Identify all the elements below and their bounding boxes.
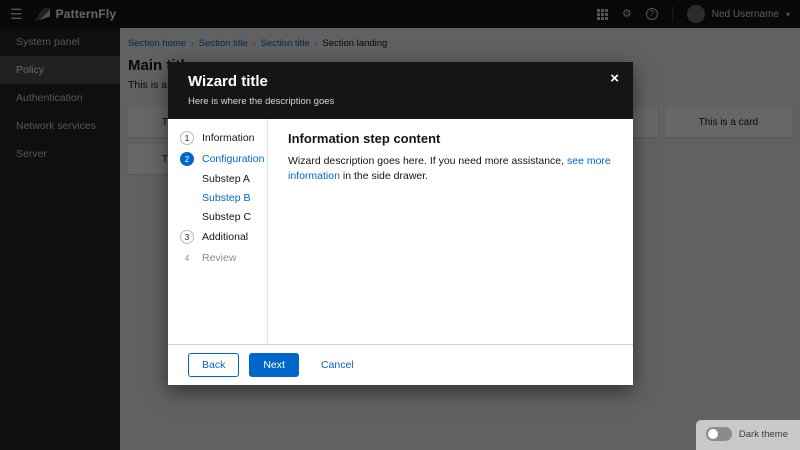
step-label: Additional [202,231,249,243]
dark-theme-toggle[interactable] [705,427,732,441]
wizard-step-configuration[interactable]: 2 Configuration [180,152,267,166]
wizard-header: Wizard title Here is where the descripti… [168,62,633,119]
step-label: Information [202,132,255,144]
back-button[interactable]: Back [188,353,240,377]
wizard-substep-c[interactable]: Substep C [180,211,267,223]
close-icon[interactable]: × [610,71,619,86]
wizard-body: 1 Information 2 Configuration Substep A … [168,119,633,344]
paragraph-text: Wizard description goes here. If you nee… [288,155,567,167]
step-content-heading: Information step content [288,131,441,146]
step-number-badge: 2 [180,152,194,166]
dark-theme-label: Dark theme [738,428,788,440]
wizard-substep-a[interactable]: Substep A [180,173,267,185]
wizard-step-review: 4 Review [180,251,267,265]
step-number-badge: 4 [184,253,190,263]
next-button[interactable]: Next [249,353,299,377]
wizard-substep-b[interactable]: Substep B [180,192,267,204]
cancel-button[interactable]: Cancel [315,354,360,376]
wizard-title: Wizard title [188,73,268,90]
step-number-badge: 1 [180,131,194,145]
step-label: Configuration [202,153,265,165]
wizard-step-additional[interactable]: 3 Additional [180,230,267,244]
step-number-badge: 3 [180,230,194,244]
wizard-step-content: Information step content Wizard descript… [268,119,633,344]
step-label: Review [202,252,237,264]
wizard-steps-nav: 1 Information 2 Configuration Substep A … [168,119,268,344]
paragraph-text: in the side drawer. [339,169,429,182]
toggle-knob [707,429,718,439]
wizard-step-information[interactable]: 1 Information [180,131,267,145]
step-content-paragraph: Wizard description goes here. If you nee… [288,154,613,183]
wizard-footer: Back Next Cancel [168,344,633,385]
theme-switcher-card: Dark theme [695,420,800,450]
wizard-modal: Wizard title Here is where the descripti… [168,62,633,385]
app-screen: ☰ PatternFly ⚙ ? [0,0,800,450]
wizard-description: Here is where the description goes [188,96,335,107]
